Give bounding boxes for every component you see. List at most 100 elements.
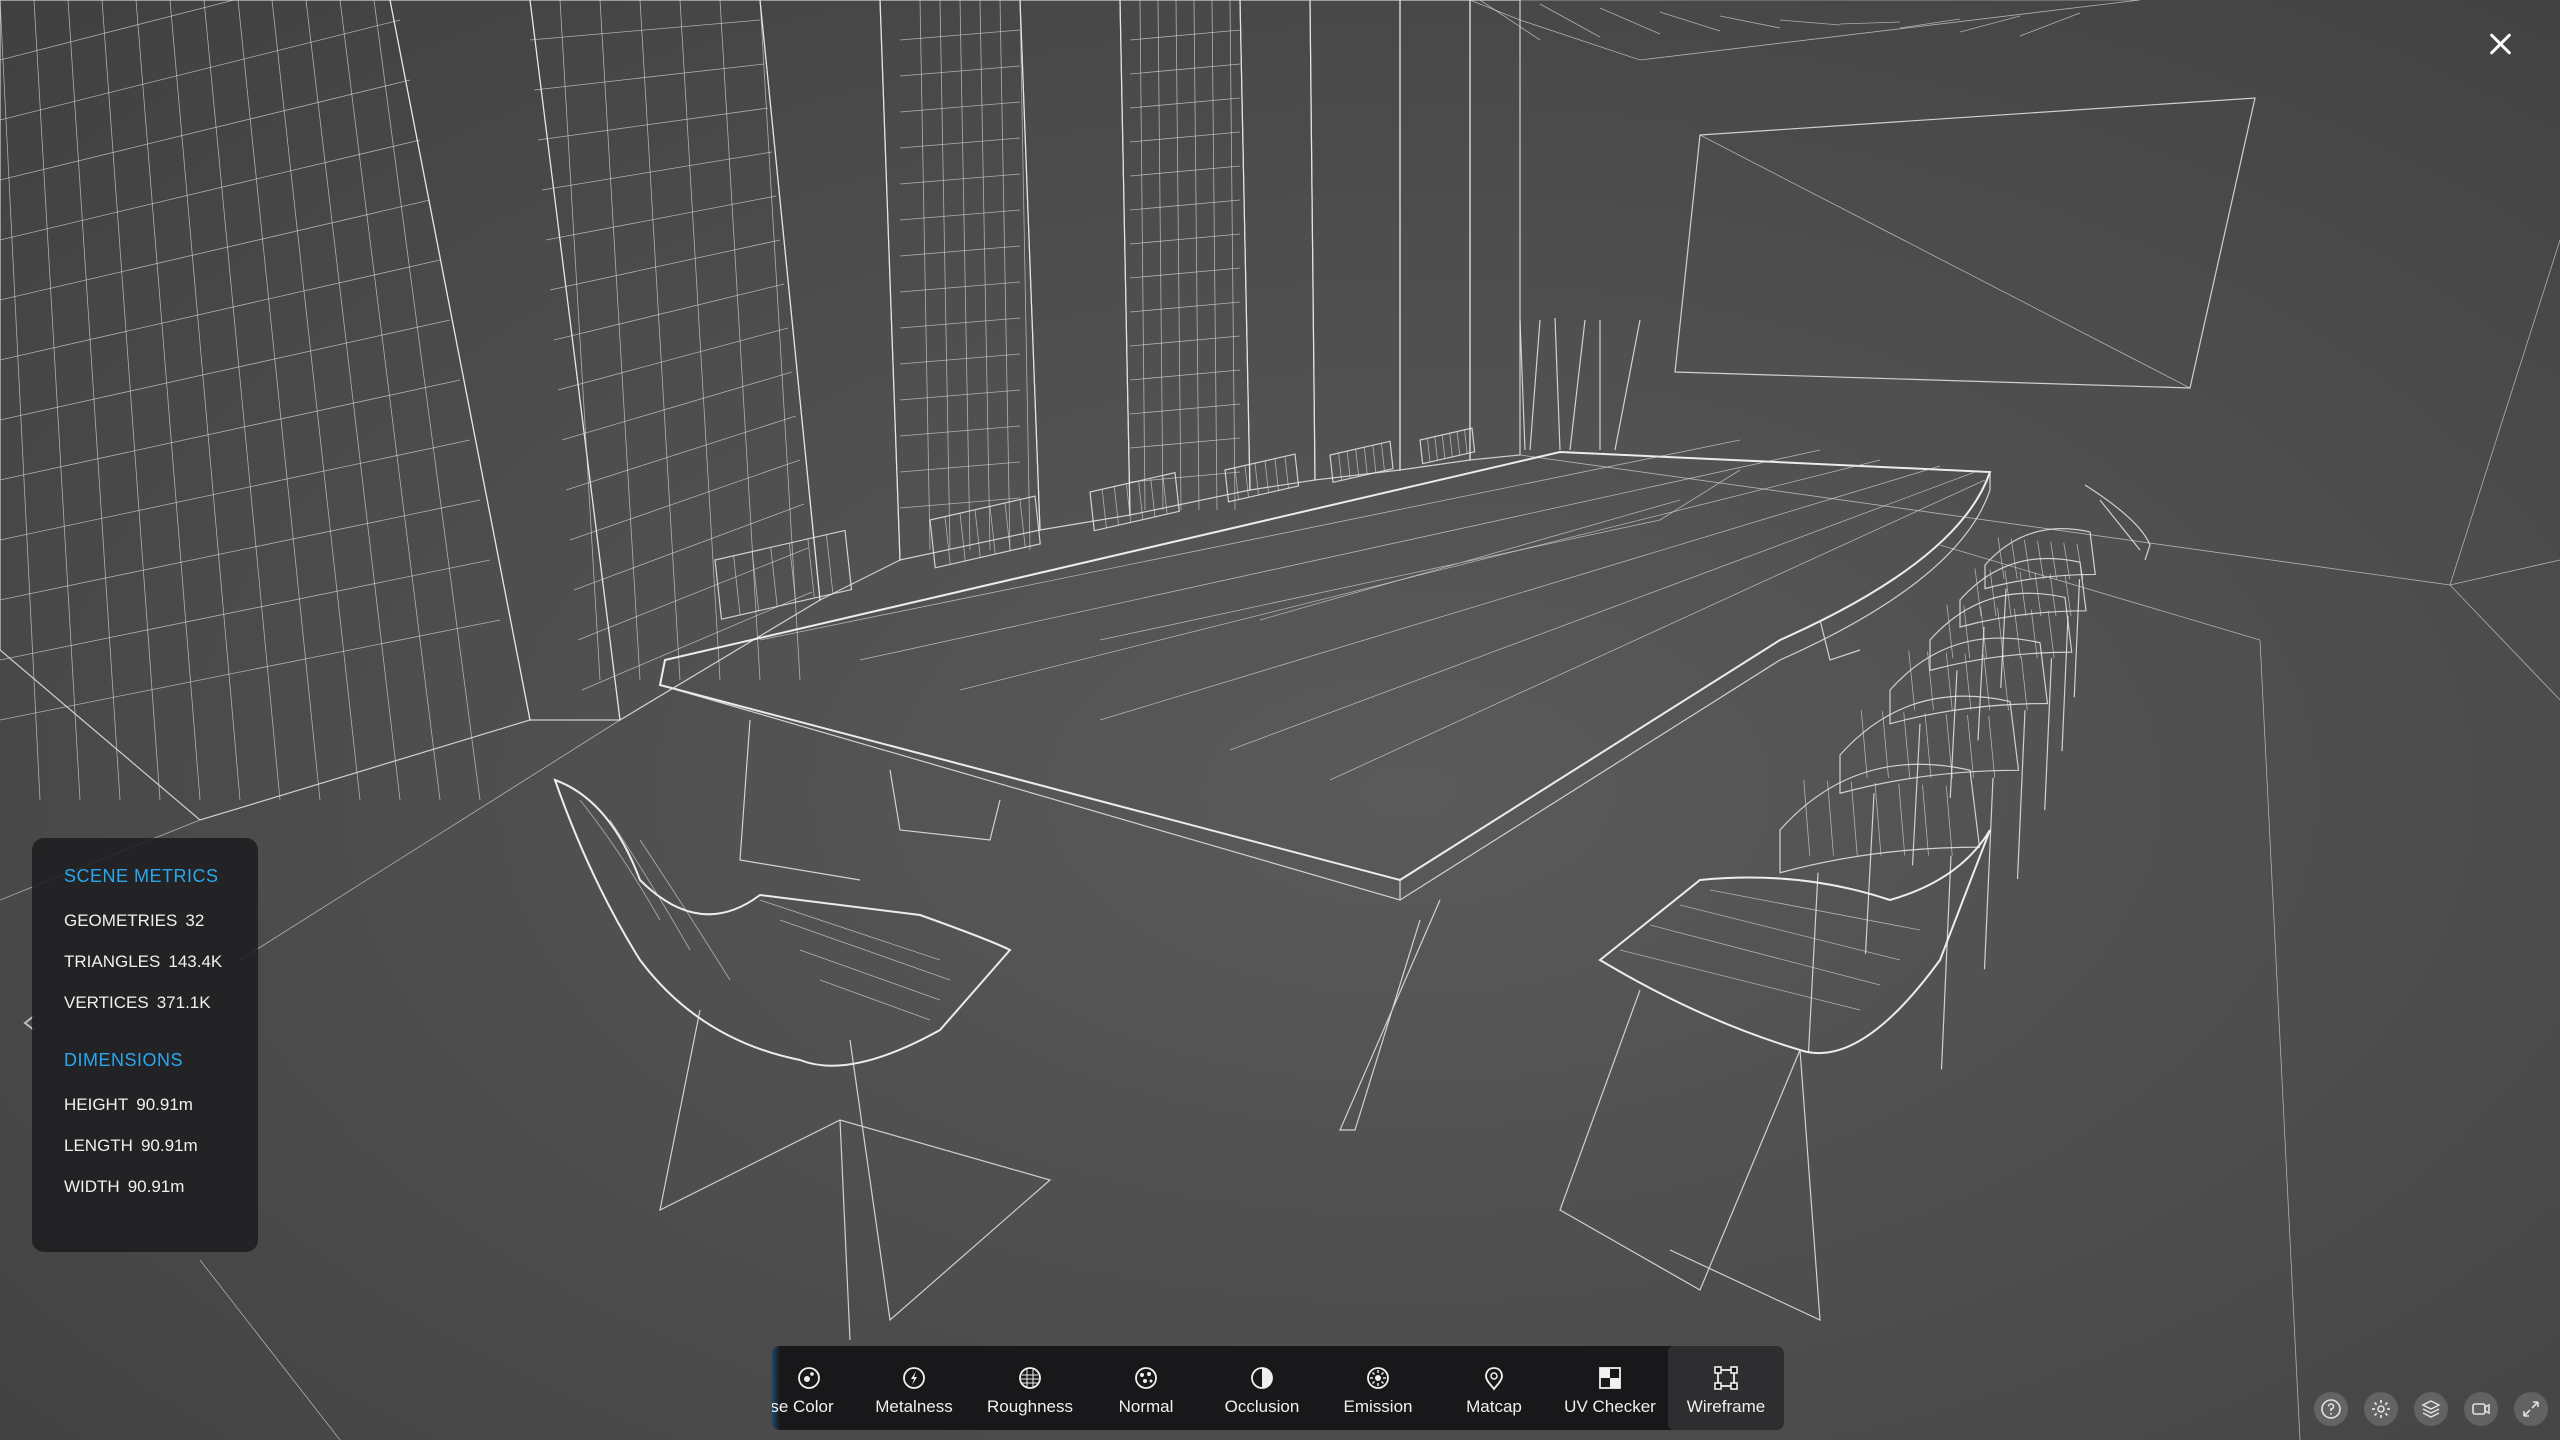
wire-line	[899, 173, 1021, 185]
wire-line	[719, 0, 761, 681]
wire-line	[1129, 233, 1241, 245]
wire-line	[1129, 165, 1241, 177]
layers-button[interactable]	[2414, 1392, 2448, 1426]
wire-line	[1129, 199, 1241, 211]
wire-line	[1874, 782, 1882, 856]
wire-line	[1129, 63, 1241, 75]
wire-line	[1129, 267, 1241, 279]
wire-line	[1441, 434, 1446, 459]
wire-line	[203, 0, 281, 801]
wire-line	[33, 0, 81, 801]
wire-line	[999, 0, 1011, 551]
width-metric: WIDTH 90.91m	[64, 1177, 258, 1218]
wire-line	[679, 0, 721, 681]
wire-line	[1129, 369, 1241, 381]
wire-line	[1129, 97, 1241, 109]
wire-line	[1945, 785, 1953, 856]
wire-line	[1908, 650, 1916, 711]
wire-line	[1899, 18, 1961, 29]
tool-normal[interactable]: Normal	[1088, 1346, 1204, 1430]
close-button[interactable]	[2480, 24, 2520, 64]
fullscreen-icon	[2523, 1401, 2539, 1417]
tool-uv-checker[interactable]: UV Checker	[1552, 1346, 1668, 1430]
triangles-label: TRIANGLES	[64, 952, 161, 971]
wire-line	[2030, 609, 2038, 659]
wire-line	[0, 499, 481, 601]
help-button[interactable]	[2314, 1392, 2348, 1426]
wire-line	[1839, 21, 1901, 25]
wire-line	[1372, 445, 1377, 473]
wire-line	[1911, 723, 1921, 866]
tool-label: se Color	[772, 1397, 834, 1416]
render-mode-toolbar: se Color Metalness Roughness Normal Occl	[772, 1346, 1784, 1430]
vertices-label: VERTICES	[64, 993, 149, 1012]
wire-line	[67, 0, 121, 801]
tool-emission[interactable]: Emission	[1320, 1346, 1436, 1430]
tool-occlusion[interactable]: Occlusion	[1204, 1346, 1320, 1430]
camera-button[interactable]	[2464, 1392, 2498, 1426]
wire-line	[1434, 436, 1438, 461]
wire-line	[1807, 872, 1819, 1053]
wire-line	[939, 0, 951, 551]
geometries-metric: GEOMETRIES 32	[64, 911, 258, 952]
wire-line	[899, 353, 1021, 365]
tool-label: Occlusion	[1224, 1397, 1300, 1416]
wire-line	[1983, 654, 1991, 711]
wire-line	[1903, 712, 1911, 778]
plant-wireframe	[1519, 317, 1641, 451]
right-wall-wireframe	[1469, 0, 2560, 1440]
settings-icon	[2372, 1400, 2390, 1418]
wire-line	[0, 619, 501, 721]
wire-line	[2020, 656, 2028, 711]
wire-line	[1211, 0, 1218, 511]
3d-viewport[interactable]: SCENE METRICS GEOMETRIES 32 TRIANGLES 143.…	[0, 0, 2560, 1440]
tool-metalness[interactable]: Metalness	[856, 1346, 972, 1430]
tool-label: Matcap	[1466, 1397, 1522, 1416]
wire-line	[0, 319, 451, 421]
wire-line	[135, 0, 201, 801]
wire-line	[169, 0, 241, 801]
wire-line	[0, 379, 461, 481]
wire-line	[1363, 447, 1368, 475]
base-color-icon	[796, 1365, 822, 1391]
wire-line	[1967, 715, 1974, 778]
wire-line	[1850, 781, 1858, 856]
tool-matcap[interactable]: Matcap	[1436, 1346, 1552, 1430]
wire-line	[770, 547, 778, 607]
wire-line	[899, 209, 1021, 221]
wire-line	[1175, 0, 1182, 511]
wire-line	[0, 0, 236, 61]
wire-line	[553, 283, 785, 341]
wire-line	[1659, 11, 1721, 32]
wire-line	[1922, 784, 1929, 856]
fullscreen-button[interactable]	[2514, 1392, 2548, 1426]
wire-line	[101, 0, 161, 801]
length-metric: LENGTH 90.91m	[64, 1136, 258, 1177]
wire-line	[2047, 610, 2055, 659]
wire-line	[899, 29, 1021, 41]
wire-line	[569, 459, 801, 541]
wire-line	[1449, 433, 1453, 457]
tool-roughness[interactable]: Roughness	[972, 1346, 1088, 1430]
wire-line	[2044, 658, 2053, 811]
wire-line	[807, 538, 815, 599]
metalness-icon	[901, 1365, 927, 1391]
settings-button[interactable]	[2364, 1392, 2398, 1426]
viewer-controls	[2314, 1392, 2548, 1426]
wire-line	[979, 0, 991, 551]
wire-line	[1539, 3, 1601, 38]
wire-line	[2073, 579, 2081, 698]
wire-line	[237, 0, 321, 801]
length-label: LENGTH	[64, 1136, 133, 1155]
vertices-metric: VERTICES 371.1K	[64, 993, 258, 1034]
wire-line	[1779, 19, 1841, 26]
occlusion-icon	[1249, 1365, 1275, 1391]
wire-line	[1113, 486, 1119, 526]
wire-line	[1427, 438, 1431, 463]
tool-wireframe[interactable]: Wireframe	[1668, 1346, 1784, 1430]
wire-line	[533, 63, 765, 91]
wire-line	[1129, 403, 1241, 415]
geometries-value: 32	[185, 911, 205, 930]
tool-base-color[interactable]: se Color	[772, 1346, 856, 1430]
